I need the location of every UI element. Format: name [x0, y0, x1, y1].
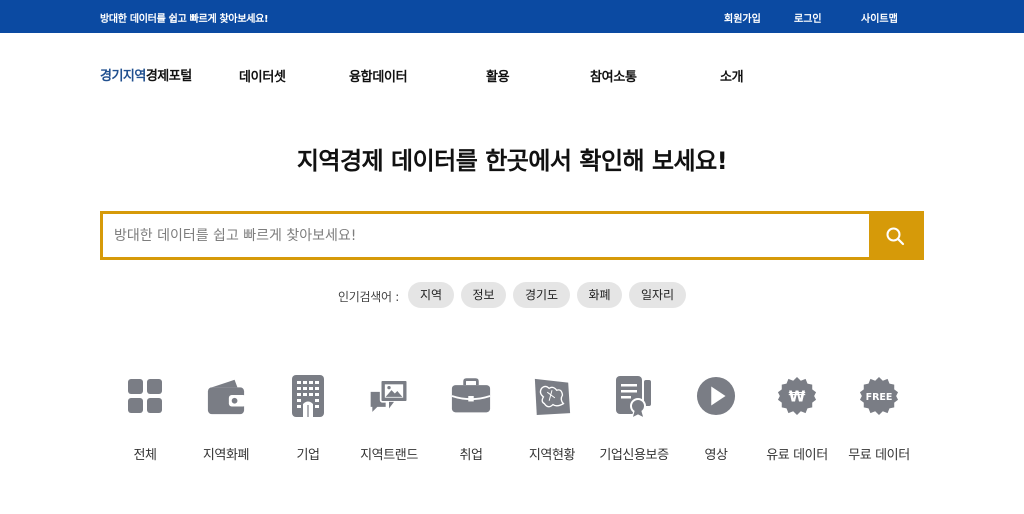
category-label: 전체 — [133, 448, 157, 463]
category-credit-guarantee[interactable]: 기업신용보증 — [589, 372, 679, 467]
map-icon — [532, 372, 572, 420]
category-local-currency[interactable]: 지역화폐 — [181, 372, 271, 467]
category-local-trend[interactable]: 지역트랜드 — [344, 372, 434, 467]
free-badge-icon: FREE — [859, 372, 899, 420]
logo-part-region: 경기지역 — [100, 69, 146, 84]
free-text: FREE — [866, 392, 893, 403]
logo-part-portal: 경제포털 — [145, 69, 192, 84]
category-label: 영상 — [704, 448, 728, 463]
category-label: 기업신용보증 — [599, 448, 669, 463]
nav-dataset[interactable]: 데이터셋 — [239, 66, 286, 85]
category-free-data[interactable]: FREE 무료 데이터 — [834, 372, 924, 467]
popular-keywords-label: 인기검색어 : — [338, 290, 399, 304]
keyword-chip[interactable]: 화폐 — [577, 282, 622, 308]
nav-about[interactable]: 소개 — [720, 66, 744, 85]
building-icon — [288, 372, 328, 420]
grid-icon — [125, 372, 165, 420]
certificate-icon — [614, 372, 654, 420]
won-symbol: ₩ — [789, 388, 806, 406]
keyword-chip[interactable]: 지역 — [408, 282, 454, 308]
page-headline: 지역경제 데이터를 한곳에서 확인해 보세요! — [296, 147, 728, 175]
nav-participation[interactable]: 참여소통 — [590, 66, 637, 85]
play-icon — [696, 372, 736, 420]
category-paid-data[interactable]: ₩ 유료 데이터 — [752, 372, 842, 467]
nav-fusion-data[interactable]: 융합데이터 — [349, 66, 408, 85]
popular-keywords: 인기검색어 : 지역 정보 경기도 화폐 일자리 — [0, 281, 1024, 309]
category-local-status[interactable]: 지역현황 — [507, 372, 597, 467]
wallet-icon — [206, 372, 246, 420]
category-label: 기업 — [296, 448, 320, 463]
signup-link[interactable]: 회원가입 — [724, 10, 761, 25]
site-logo[interactable]: 경기지역경제포털 — [100, 65, 192, 84]
keyword-chip[interactable]: 경기도 — [513, 282, 570, 308]
category-label: 무료 데이터 — [848, 448, 910, 463]
search-bar — [100, 211, 924, 260]
keyword-chip[interactable]: 일자리 — [629, 282, 686, 308]
top-slogan: 방대한 데이터를 쉽고 빠르게 찾아보세요! — [100, 14, 269, 25]
category-label: 유료 데이터 — [766, 448, 828, 463]
category-label: 지역현황 — [528, 448, 576, 463]
category-label: 지역트랜드 — [360, 448, 418, 463]
category-video[interactable]: 영상 — [671, 372, 761, 467]
category-label: 지역화폐 — [202, 448, 250, 463]
top-bar: 방대한 데이터를 쉽고 빠르게 찾아보세요! 회원가입 로그인 사이트맵 — [0, 0, 1024, 33]
category-all[interactable]: 전체 — [100, 372, 190, 467]
header: 경기지역경제포털 데이터셋 융합데이터 활용 참여소통 소개 — [0, 33, 1024, 113]
search-icon — [886, 227, 905, 245]
login-link[interactable]: 로그인 — [794, 10, 822, 25]
briefcase-icon — [451, 372, 491, 420]
image-chat-icon — [369, 372, 409, 420]
keyword-chip[interactable]: 정보 — [461, 282, 506, 308]
sitemap-link[interactable]: 사이트맵 — [861, 10, 898, 25]
search-button[interactable] — [869, 211, 921, 260]
category-label: 취업 — [459, 448, 483, 463]
won-badge-icon: ₩ — [777, 372, 817, 420]
category-company[interactable]: 기업 — [263, 372, 353, 467]
category-employment[interactable]: 취업 — [426, 372, 516, 467]
search-input[interactable] — [103, 214, 875, 257]
nav-utilization[interactable]: 활용 — [486, 66, 510, 85]
